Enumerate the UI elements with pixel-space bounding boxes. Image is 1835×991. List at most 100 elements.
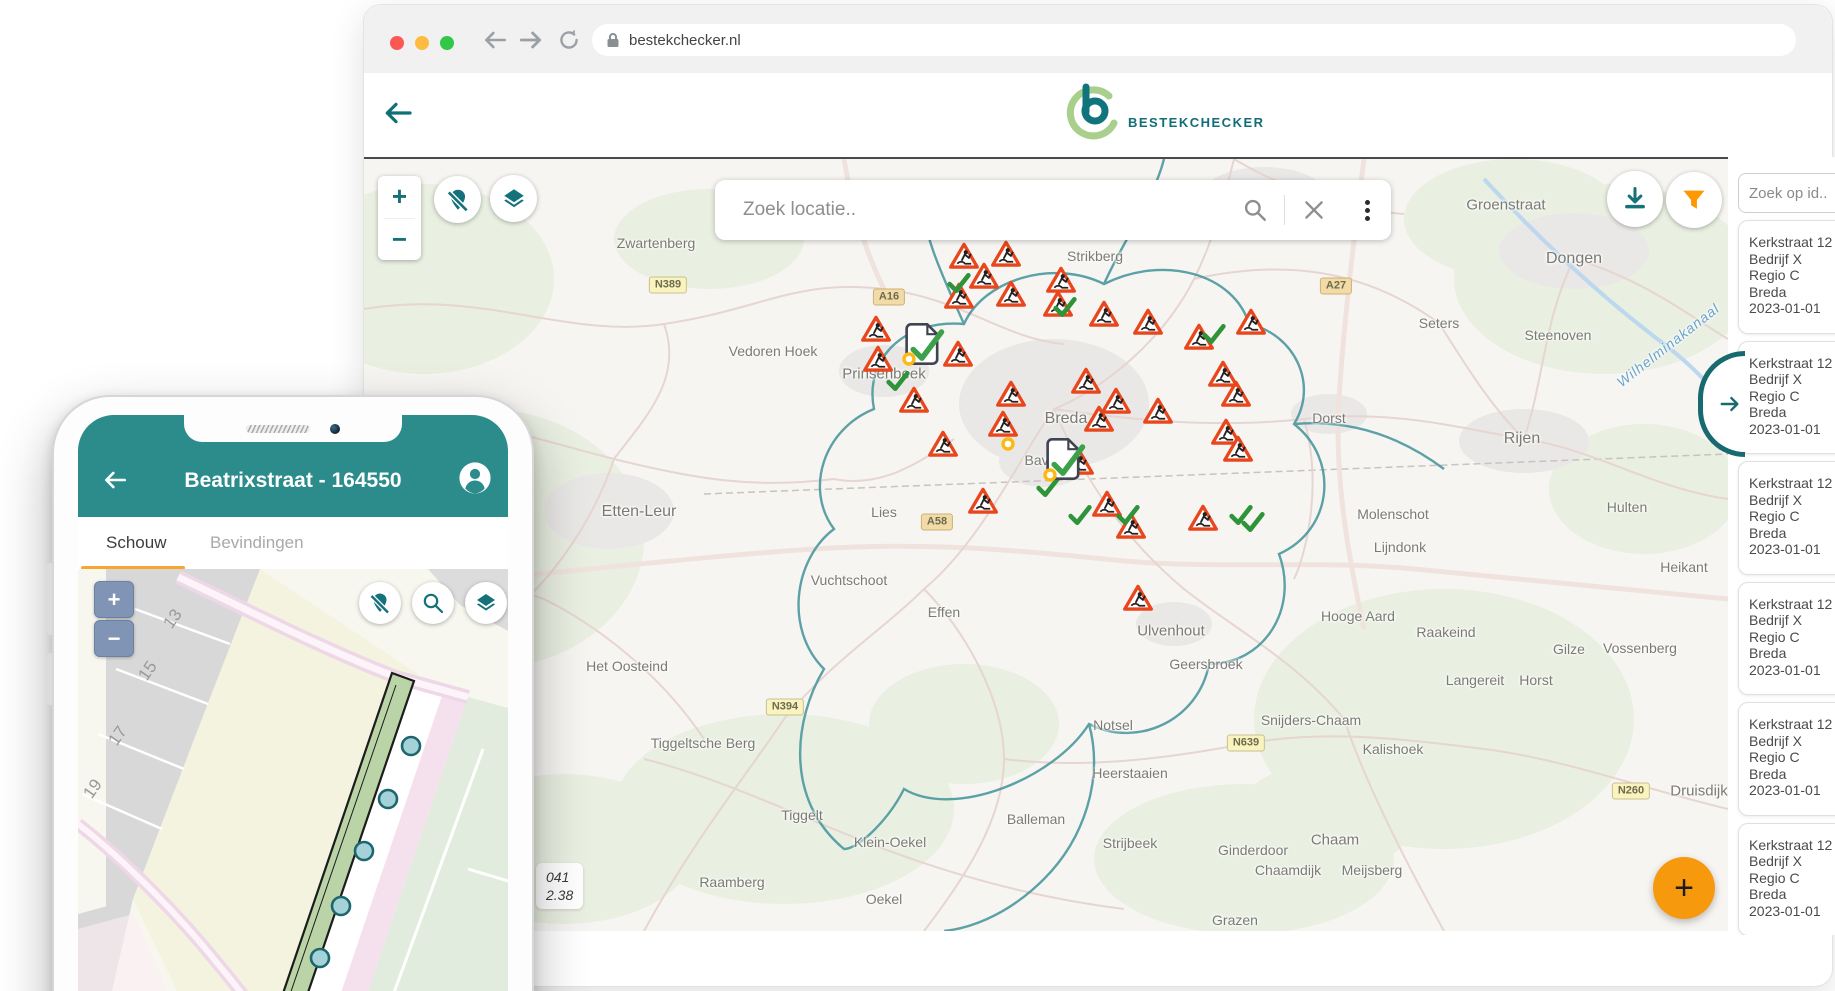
map-place-label: Heerstaaien: [1092, 765, 1168, 781]
layers-button[interactable]: [490, 175, 537, 222]
road-number-badge: A58: [921, 514, 953, 531]
zoom-out-button[interactable]: −: [378, 219, 421, 261]
road-number-badge: N394: [766, 699, 804, 716]
map-place-label: Langereit: [1446, 672, 1504, 688]
map-marker[interactable]: [886, 370, 911, 392]
map-marker[interactable]: [1001, 437, 1015, 451]
browser-back-icon[interactable]: [482, 27, 508, 53]
map-marker[interactable]: [968, 487, 999, 516]
map-marker[interactable]: [1241, 511, 1266, 533]
map-place-label: Raakeind: [1416, 624, 1475, 640]
profile-avatar-icon[interactable]: [458, 461, 492, 495]
map-marker[interactable]: [1071, 367, 1102, 396]
map-place-label: Oekel: [866, 891, 903, 907]
map-marker[interactable]: [996, 380, 1027, 409]
result-region: Regio C: [1749, 870, 1835, 887]
road-number-badge: N389: [649, 277, 687, 294]
map-place-label: Etten-Leur: [602, 503, 677, 521]
search-icon[interactable]: [1242, 197, 1268, 223]
map-marker[interactable]: [1236, 308, 1267, 337]
result-date: 2023-01-01: [1749, 903, 1835, 920]
browser-refresh-icon[interactable]: [556, 27, 582, 53]
map-marker[interactable]: [1143, 397, 1174, 426]
more-options-menu-icon[interactable]: [1365, 197, 1371, 224]
phone-layers-button[interactable]: [465, 582, 507, 624]
map-marker[interactable]: [1068, 504, 1093, 526]
phone-mockup: Beatrixstraat - 164550 Schouw Bevindinge…: [52, 395, 534, 991]
result-card[interactable]: Kerkstraat 12 Bedrijf X Regio C Breda 20…: [1738, 702, 1835, 816]
map-place-label: Dongen: [1546, 250, 1602, 268]
result-card[interactable]: Kerkstraat 12 Bedrijf X Regio C Breda 20…: [1738, 823, 1835, 936]
map-marker[interactable]: [1089, 300, 1120, 329]
result-street: Kerkstraat 12: [1749, 355, 1835, 372]
map-marker[interactable]: [861, 315, 892, 344]
result-card[interactable]: Kerkstraat 12 Bedrijf X Regio C Breda 20…: [1738, 341, 1835, 455]
volume-down-button: [47, 653, 52, 705]
browser-forward-icon[interactable]: [518, 27, 544, 53]
map-marker[interactable]: [1188, 504, 1219, 533]
results-sidebar: Kerkstraat 12 Bedrijf X Regio C Breda 20…: [1728, 157, 1835, 935]
result-date: 2023-01-01: [1749, 300, 1835, 317]
layers-icon: [501, 186, 527, 212]
map-place-label: Grazen: [1212, 912, 1258, 928]
result-company: Bedrijf X: [1749, 371, 1835, 388]
phone-map-canvas[interactable]: 13151719 + −: [78, 569, 508, 991]
close-window-button[interactable]: [390, 36, 404, 50]
clear-search-icon[interactable]: [1301, 197, 1327, 223]
result-company: Bedrijf X: [1749, 612, 1835, 629]
map-marker[interactable]: [902, 352, 916, 366]
map-canvas[interactable]: ZwartenbergStrikbergGroenstraatDongenSet…: [364, 157, 1728, 931]
map-marker[interactable]: [1133, 308, 1164, 337]
url-text: bestekchecker.nl: [629, 32, 741, 49]
result-company: Bedrijf X: [1749, 853, 1835, 870]
lock-icon: [606, 32, 620, 48]
zoom-in-button[interactable]: +: [378, 176, 421, 218]
map-scale-attribution: 041 2.38: [536, 863, 583, 909]
app-back-arrow-icon[interactable]: [380, 97, 416, 129]
result-city: Breda: [1749, 645, 1835, 662]
map-place-label: Strijbeek: [1103, 835, 1157, 851]
location-off-button[interactable]: [434, 176, 481, 223]
tab-schouw[interactable]: Schouw: [106, 533, 166, 553]
map-marker[interactable]: [1101, 387, 1132, 416]
map-place-label: Raamberg: [699, 874, 764, 890]
add-fab-button[interactable]: +: [1653, 857, 1715, 919]
map-place-label: Dorst: [1312, 410, 1345, 426]
map-marker[interactable]: [1053, 296, 1078, 318]
map-marker[interactable]: [996, 280, 1027, 309]
map-place-label: Zwartenberg: [617, 235, 696, 251]
map-marker[interactable]: [943, 340, 974, 369]
minimize-window-button[interactable]: [415, 36, 429, 50]
map-marker[interactable]: [1043, 468, 1057, 482]
filter-button[interactable]: [1666, 172, 1722, 228]
map-marker[interactable]: [988, 410, 1019, 439]
result-card[interactable]: Kerkstraat 12 Bedrijf X Regio C Breda 20…: [1738, 461, 1835, 575]
phone-location-off-button[interactable]: [359, 582, 401, 624]
phone-zoom-out-button[interactable]: −: [94, 620, 134, 657]
map-marker[interactable]: [947, 272, 972, 294]
map-place-label: Seters: [1419, 315, 1459, 331]
map-marker[interactable]: [1116, 504, 1141, 526]
map-place-label: Rijen: [1504, 430, 1540, 448]
result-date: 2023-01-01: [1749, 421, 1835, 438]
phone-zoom-in-button[interactable]: +: [94, 581, 134, 618]
result-card[interactable]: Kerkstraat 12 Bedrijf X Regio C Breda 20…: [1738, 582, 1835, 696]
download-button[interactable]: [1607, 171, 1663, 227]
result-card[interactable]: Kerkstraat 12 Bedrijf X Regio C Breda 20…: [1738, 220, 1835, 334]
search-location-input[interactable]: [741, 198, 1242, 222]
map-place-label: Ginderdoor: [1218, 842, 1288, 858]
address-bar[interactable]: bestekchecker.nl: [592, 24, 1796, 56]
phone-search-button[interactable]: [412, 582, 454, 624]
result-street: Kerkstraat 12: [1749, 837, 1835, 854]
map-marker[interactable]: [1123, 584, 1154, 613]
map-place-label: Molenschot: [1357, 506, 1429, 522]
filter-funnel-icon: [1680, 186, 1708, 214]
result-card-list: Kerkstraat 12 Bedrijf X Regio C Breda 20…: [1738, 220, 1835, 935]
map-marker[interactable]: [1223, 435, 1254, 464]
map-marker[interactable]: [1208, 360, 1239, 389]
tab-bevindingen[interactable]: Bevindingen: [210, 533, 304, 553]
map-marker[interactable]: [1202, 323, 1227, 345]
search-id-input[interactable]: [1738, 173, 1835, 213]
map-marker[interactable]: [928, 430, 959, 459]
maximize-window-button[interactable]: [440, 36, 454, 50]
